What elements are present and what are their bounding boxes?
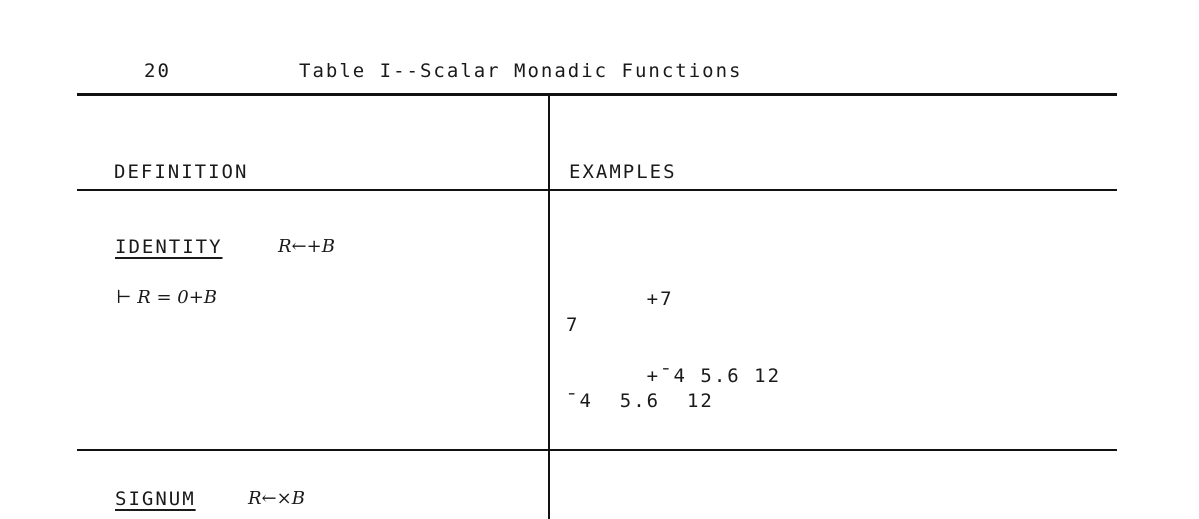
function-name: IDENTITY bbox=[115, 236, 223, 258]
header-separator-rule bbox=[77, 189, 1117, 191]
page-number: 20 bbox=[144, 60, 171, 82]
definition-formula: ⊢ R = 0+B bbox=[116, 287, 218, 308]
function-syntax: R←×B bbox=[248, 488, 305, 509]
example-line: +7 bbox=[566, 288, 674, 310]
example-line: ¯4 5.6 12 bbox=[566, 390, 714, 412]
function-syntax: R←+B bbox=[278, 236, 335, 257]
column-divider bbox=[548, 95, 550, 519]
row-separator-rule bbox=[77, 449, 1117, 451]
example-line: 7 bbox=[566, 314, 580, 336]
example-line: +¯4 5.6 12 bbox=[566, 365, 782, 387]
top-rule bbox=[77, 93, 1117, 96]
definition-column-header: DEFINITION bbox=[114, 161, 249, 183]
page-title: Table I--Scalar Monadic Functions bbox=[299, 60, 743, 82]
examples-column-header: EXAMPLES bbox=[569, 161, 677, 183]
function-name: SIGNUM bbox=[115, 488, 196, 510]
